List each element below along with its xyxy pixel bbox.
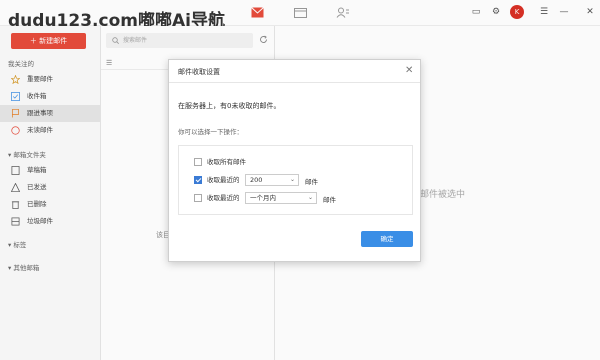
unit-label: 邮件 (305, 178, 318, 186)
count-select[interactable]: 200 ⌄ (245, 174, 299, 186)
mail-fetch-dialog: 邮件收取设置 ✕ 在服务器上，有0未收取的邮件。 你可以选择一下操作： 收取所有… (168, 59, 421, 262)
dialog-title: 邮件收取设置 (178, 68, 220, 76)
confirm-button[interactable]: 确定 (361, 231, 413, 247)
option-label: 收取最近的 (207, 176, 240, 184)
options-box: 收取所有邮件 收取最近的 200 ⌄ 邮件 收取最近的 一个月内 ⌄ 邮件 (178, 145, 413, 215)
close-icon[interactable]: ✕ (405, 65, 413, 76)
unit-label: 邮件 (323, 196, 336, 204)
chevron-down-icon: ⌄ (307, 194, 313, 201)
checkbox[interactable] (194, 158, 202, 166)
option-label: 收取所有邮件 (207, 158, 246, 166)
checkbox[interactable] (194, 176, 202, 184)
dialog-header: 邮件收取设置 ✕ (169, 60, 420, 83)
period-select[interactable]: 一个月内 ⌄ (245, 192, 317, 204)
option-label: 收取最近的 (207, 194, 240, 202)
chevron-down-icon: ⌄ (289, 176, 295, 183)
checkbox[interactable] (194, 194, 202, 202)
dialog-message: 在服务器上，有0未收取的邮件。 (178, 102, 281, 110)
dialog-subtitle: 你可以选择一下操作： (178, 128, 243, 136)
